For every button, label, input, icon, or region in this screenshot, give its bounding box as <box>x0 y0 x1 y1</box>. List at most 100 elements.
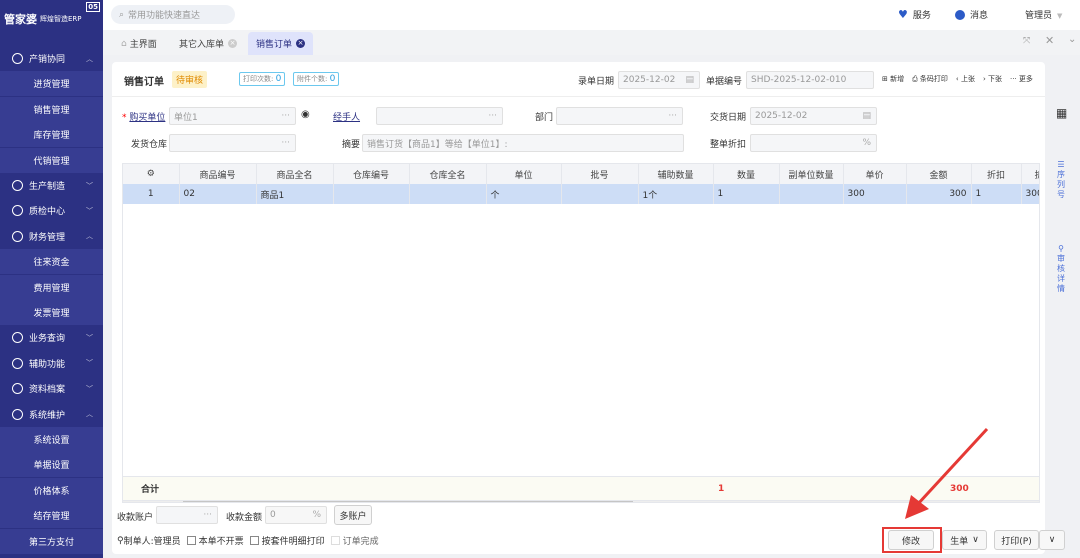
prev-button[interactable]: ‹ 上张 <box>956 74 975 84</box>
tab-sales-order[interactable]: 销售订单 × <box>248 32 314 55</box>
delivery-date-field[interactable]: 2025-12-02 ▤ <box>750 107 877 125</box>
sidebar-item[interactable]: 质检中心 ﹀ <box>0 198 103 223</box>
table-cell[interactable]: 商品1 <box>256 184 334 204</box>
order-done-checkbox[interactable] <box>330 536 340 545</box>
fullscreen-icon[interactable]: ⤧ <box>1023 36 1030 46</box>
table-cell[interactable]: 300 <box>906 184 972 204</box>
entry-date-label: 录单日期 <box>578 77 615 87</box>
barcode-print-button[interactable]: ⎙ 条码打印 <box>912 74 948 84</box>
sidebar-item[interactable]: 库存管理 <box>0 122 103 148</box>
chevron-down-icon[interactable]: ⌄ <box>1068 34 1076 45</box>
warehouse-label: 发货仓库 <box>131 140 168 150</box>
column-header[interactable]: 单位 <box>486 164 562 184</box>
warehouse-field[interactable]: ··· <box>169 134 296 152</box>
table-cell[interactable] <box>333 184 410 204</box>
close-all-icon[interactable]: ✕ <box>1045 34 1054 47</box>
next-button[interactable]: › 下张 <box>983 74 1002 84</box>
table-cell[interactable]: 1 <box>713 184 780 204</box>
sidebar-item[interactable]: 销售管理 <box>0 96 103 122</box>
column-header[interactable]: 批号 <box>561 164 639 184</box>
table-cell[interactable] <box>409 184 487 204</box>
discount-field[interactable]: % <box>750 134 877 152</box>
qr-code-icon[interactable]: ▦ <box>1056 106 1067 120</box>
more-button[interactable]: ··· 更多 <box>1010 74 1033 84</box>
sidebar-item[interactable]: 发票管理 <box>0 300 103 325</box>
generate-button[interactable]: 生单 ∨ <box>942 530 987 550</box>
close-icon[interactable]: × <box>296 39 306 48</box>
sidebar-item[interactable]: 生产制造 ﹀ <box>0 173 103 198</box>
print-button[interactable]: 打印(P) <box>994 530 1039 550</box>
multi-account-button[interactable]: 多账户 <box>334 505 372 525</box>
messages-link[interactable]: 消息 <box>955 8 988 21</box>
sidebar-item[interactable]: 费用管理 <box>0 274 103 300</box>
total-qty: 1 <box>718 483 725 494</box>
sidebar-item[interactable]: 单据设置 <box>0 452 103 478</box>
sidebar-item[interactable]: 财务管理 ︿ <box>0 224 103 249</box>
audit-details-tab[interactable]: ⚲ 审核详情 <box>1048 244 1074 294</box>
print-options-button[interactable]: ∨ <box>1039 530 1065 550</box>
handler-field[interactable]: ··· <box>376 107 503 125</box>
sidebar-item[interactable]: 第三方支付 <box>0 528 103 554</box>
entry-date-field[interactable]: 2025-12-02 ▤ <box>618 71 700 89</box>
table-row[interactable]: 102商品1个1个13003001300 <box>123 184 1039 204</box>
column-header[interactable]: 折扣 <box>971 164 1022 184</box>
table-cell[interactable] <box>561 184 639 204</box>
new-button[interactable]: ⊞ 新增 <box>882 74 904 84</box>
toolbar: ⊞ 新增 ⎙ 条码打印 ‹ 上张 › 下张 ··· 更多 <box>882 74 1033 84</box>
column-header[interactable]: 商品编号 <box>179 164 257 184</box>
close-icon[interactable]: × <box>228 39 238 48</box>
user-menu[interactable]: 管理员 ▼ <box>1025 8 1062 21</box>
sidebar-item[interactable]: 往来资金 <box>0 249 103 275</box>
calendar-icon[interactable]: ▤ <box>685 75 694 85</box>
column-header[interactable]: 数量 <box>713 164 780 184</box>
table-cell[interactable]: 300 <box>843 184 907 204</box>
column-header[interactable]: 副单位数量 <box>779 164 844 184</box>
sidebar-item[interactable]: 系统维护 ︿ <box>0 402 103 427</box>
sidebar-item[interactable]: 系统设置 <box>0 427 103 452</box>
buyer-label[interactable]: * 购买单位 <box>122 110 165 123</box>
sidebar-item[interactable]: 代销管理 <box>0 147 103 173</box>
sidebar-item[interactable]: 结存管理 <box>0 503 103 529</box>
column-header[interactable]: 折 <box>1021 164 1039 184</box>
sidebar-item[interactable]: 业务查询 ﹀ <box>0 325 103 350</box>
column-header[interactable]: 仓库编号 <box>333 164 410 184</box>
column-header[interactable]: 单价 <box>843 164 907 184</box>
dept-field[interactable]: ··· <box>556 107 683 125</box>
serial-number-tab[interactable]: ☰ 序列号 <box>1048 160 1074 200</box>
buyer-field[interactable]: 单位1 ··· <box>169 107 296 125</box>
sidebar-item[interactable]: 价格体系 <box>0 477 103 503</box>
summary-field[interactable]: 销售订货【商品1】等给【单位1】: <box>362 134 684 152</box>
calendar-icon[interactable]: ▤ <box>862 111 871 121</box>
column-settings-icon[interactable]: ⚙ <box>123 164 180 184</box>
print-by-set-checkbox[interactable] <box>249 536 259 545</box>
column-header[interactable]: 商品全名 <box>256 164 334 184</box>
table-cell[interactable]: 300 <box>1021 184 1039 204</box>
print-count: 打印次数: 0 <box>239 72 286 86</box>
sidebar-item[interactable]: 辅助功能 ﹀ <box>0 351 103 376</box>
table-cell[interactable] <box>779 184 844 204</box>
amount-field[interactable]: 0% <box>265 506 327 524</box>
number-field[interactable]: SHD-2025-12-02-010 <box>746 71 874 89</box>
table-cell[interactable]: 1个 <box>638 184 714 204</box>
column-header[interactable]: 辅助数量 <box>638 164 714 184</box>
table-cell[interactable]: 个 <box>486 184 562 204</box>
service-link[interactable]: ♥ 服务 <box>898 8 931 21</box>
handler-label[interactable]: 经手人 <box>333 110 360 123</box>
table-cell[interactable]: 1 <box>123 184 180 204</box>
top-bar: ⌕ 常用功能快速直达 ♥ 服务 消息 管理员 ▼ <box>103 0 1080 30</box>
tab-other-inbound[interactable]: 其它入库单 × <box>171 32 245 55</box>
no-invoice-checkbox[interactable] <box>186 536 196 545</box>
table-cell[interactable]: 1 <box>971 184 1022 204</box>
sidebar-item[interactable]: 资料档案 ﹀ <box>0 376 103 401</box>
column-header[interactable]: 仓库全名 <box>409 164 487 184</box>
modify-button[interactable]: 修改 <box>888 530 934 550</box>
sidebar-item[interactable]: 进货管理 <box>0 71 103 97</box>
sidebar-item[interactable]: 产销协同 ︿ <box>0 46 103 71</box>
account-field[interactable]: ··· <box>156 506 218 524</box>
column-header[interactable]: 金额 <box>906 164 972 184</box>
user-lookup-icon[interactable]: ◉ <box>301 109 310 120</box>
tab-home[interactable]: ⌂ 主界面 <box>113 32 165 55</box>
table-cell[interactable]: 02 <box>179 184 257 204</box>
account-label: 收款账户 <box>117 513 154 523</box>
search-input[interactable]: ⌕ 常用功能快速直达 <box>111 5 235 24</box>
